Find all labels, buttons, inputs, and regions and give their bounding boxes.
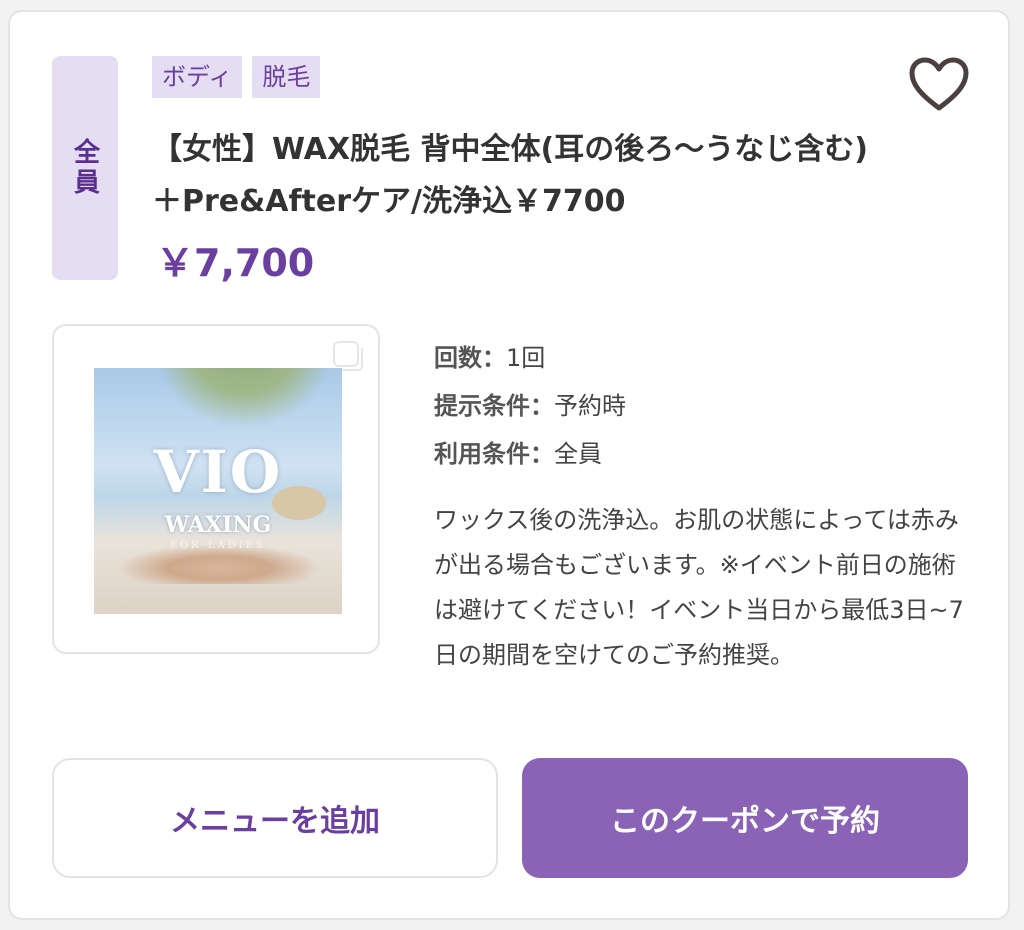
detail-row-count: 回数：1回 [434,334,964,382]
detail-label: 回数： [434,344,506,372]
reserve-with-coupon-button[interactable]: このクーポンで予約 [522,758,968,878]
favorite-button[interactable] [908,56,970,112]
coupon-image: VIO WAXING FOR LADIES [94,368,342,614]
tag-body: ボディ [152,56,243,98]
image-logo-sub: WAXING [164,512,272,538]
detail-value: 予約時 [554,392,626,420]
detail-label: 利用条件： [434,440,554,468]
detail-value: 全員 [554,440,602,468]
detail-row-presentation: 提示条件：予約時 [434,382,964,430]
detail-label: 提示条件： [434,392,554,420]
coupon-image-frame[interactable]: VIO WAXING FOR LADIES [52,324,380,654]
target-badge: 全員 [52,56,118,280]
tag-hair-removal: 脱毛 [252,56,321,98]
coupon-card: 全員 ボディ 脱毛 【女性】WAX脱毛 背中全体(耳の後ろ～うなじ含む)＋Pre… [8,10,1010,920]
add-menu-button[interactable]: メニューを追加 [52,758,498,878]
coupon-title: 【女性】WAX脱毛 背中全体(耳の後ろ～うなじ含む)＋Pre&Afterケア/洗… [152,132,868,219]
heart-outline-icon [909,57,969,111]
coupon-details: 回数：1回 提示条件：予約時 利用条件：全員 [434,334,964,478]
detail-row-eligibility: 利用条件：全員 [434,430,964,478]
tag-list: ボディ 脱毛 [152,56,321,98]
image-logo-small: FOR LADIES [170,540,266,551]
coupon-price: ￥7,700 [156,241,315,285]
coupon-description: ワックス後の洗浄込。お肌の状態によっては赤みが出る場合もございます。※イベント前… [434,506,964,669]
palm-leaves [154,368,334,428]
detail-value: 1回 [506,344,546,372]
image-logo-main: VIO [153,438,283,506]
